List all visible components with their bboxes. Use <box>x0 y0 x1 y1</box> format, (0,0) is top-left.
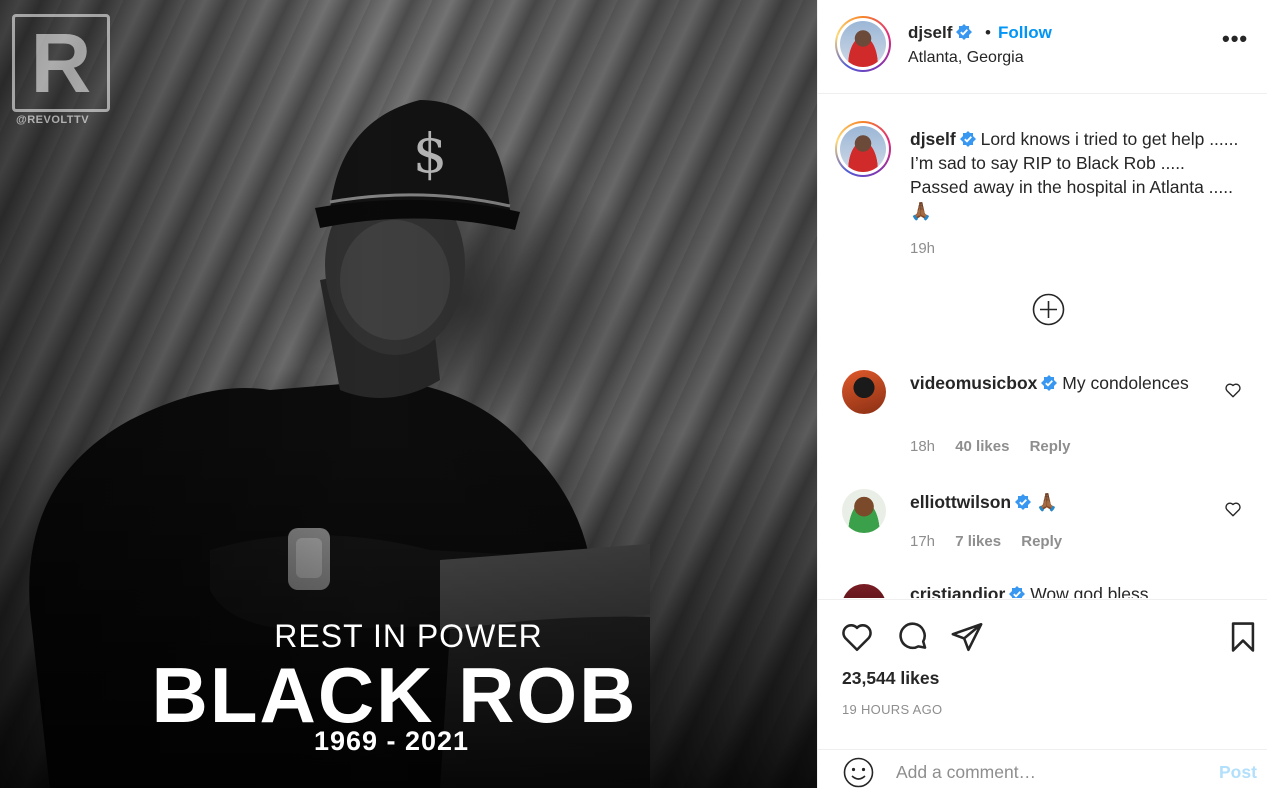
location-link[interactable]: Atlanta, Georgia <box>908 49 1024 67</box>
comment-likes[interactable]: 40 likes <box>955 438 1009 455</box>
add-comment-bar: Post <box>818 749 1267 788</box>
comment-username[interactable]: elliottwilson <box>910 492 1011 512</box>
comments-list[interactable]: djself Lord knows i tried to get help ..… <box>818 95 1267 598</box>
comment-input[interactable] <box>896 758 1186 786</box>
comment-text: My condolences <box>1062 373 1189 393</box>
post-image[interactable]: $ R @REVOLTTV REST IN POWER BLACK ROB 19… <box>0 0 817 788</box>
caption-avatar[interactable] <box>835 121 891 177</box>
post-sidebar: djself • Follow Atlanta, Georgia ••• djs… <box>817 0 1267 788</box>
commenter-avatar[interactable] <box>842 370 886 414</box>
reply-button[interactable]: Reply <box>1021 533 1062 550</box>
comment-meta: 17h 7 likes Reply <box>910 533 1078 550</box>
author-username-link[interactable]: djself <box>908 23 973 43</box>
caption: djself Lord knows i tried to get help ..… <box>910 127 1240 223</box>
author-username[interactable]: djself <box>908 23 952 42</box>
likes-count[interactable]: 23,544 likes <box>842 668 939 689</box>
like-heart-icon[interactable] <box>840 620 874 654</box>
revolt-logo: R <box>12 14 110 112</box>
comment-timestamp[interactable]: 17h <box>910 533 935 550</box>
comment-body: videomusicbox My condolences <box>910 371 1210 395</box>
comment-bubble-icon[interactable] <box>896 620 930 654</box>
comment-body: elliottwilson 🙏🏾 <box>910 490 1210 514</box>
comment-username[interactable]: videomusicbox <box>910 373 1037 393</box>
comment-text: 🙏🏾 <box>1036 492 1058 512</box>
caption-timestamp[interactable]: 19h <box>910 240 935 257</box>
caption-username[interactable]: djself <box>910 129 956 149</box>
save-bookmark-icon[interactable] <box>1226 620 1260 654</box>
commenter-avatar[interactable] <box>842 584 886 598</box>
share-paper-plane-icon[interactable] <box>950 620 984 654</box>
verified-badge-icon <box>956 24 973 40</box>
follow-button[interactable]: Follow <box>998 23 1052 43</box>
verified-badge-icon <box>1009 586 1026 598</box>
separator-dot: • <box>985 23 991 42</box>
post-actions: 23,544 likes 19 HOURS AGO <box>818 599 1267 749</box>
post-comment-button[interactable]: Post <box>1219 762 1257 783</box>
more-options-icon[interactable]: ••• <box>1222 26 1248 52</box>
logo-letter: R <box>30 16 92 110</box>
overlay-years: 1969 - 2021 <box>313 726 470 756</box>
load-more-comments-icon[interactable] <box>1032 293 1065 326</box>
comment-username[interactable]: cristiandior <box>910 584 1005 598</box>
author-avatar[interactable] <box>835 16 891 72</box>
comment-body: cristiandior Wow god bless <box>910 584 1149 598</box>
post-header: djself • Follow Atlanta, Georgia ••• <box>818 0 1267 94</box>
verified-badge-icon <box>959 131 976 147</box>
reply-button[interactable]: Reply <box>1030 438 1071 455</box>
like-comment-heart-icon[interactable] <box>1224 381 1242 399</box>
watermark-handle: @REVOLTTV <box>16 114 90 126</box>
post-timestamp[interactable]: 19 HOURS AGO <box>842 702 942 717</box>
verified-badge-icon <box>1015 494 1032 510</box>
comment-meta: 18h 40 likes Reply <box>910 438 1086 455</box>
comment-text: Wow god bless <box>1030 584 1149 598</box>
comment-timestamp[interactable]: 18h <box>910 438 935 455</box>
emoji-smiley-icon[interactable] <box>842 756 875 788</box>
verified-badge-icon <box>1041 375 1058 391</box>
like-comment-heart-icon[interactable] <box>1224 500 1242 518</box>
commenter-avatar[interactable] <box>842 489 886 533</box>
comment-likes[interactable]: 7 likes <box>955 533 1001 550</box>
